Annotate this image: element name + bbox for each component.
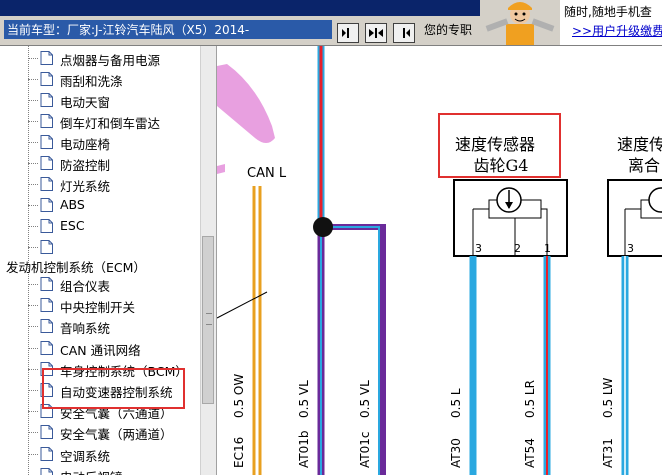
document-icon [40,319,53,334]
tree-group-ecm[interactable]: 发动机控制系统（ECM） [6,257,146,276]
sensor2-title-line2: 离合 [628,156,661,175]
scrollbar-thumb[interactable] [202,236,214,404]
wire-spec-label: 0.5 LW [601,377,615,418]
top-toolbar: 当前车型：厂家:J-江铃汽车陆风（X5）2014- 您的专职 随时,随地手机查 … [0,0,662,46]
wiring-svg [217,46,662,475]
sensor-title-highlight [438,113,561,178]
document-icon [40,198,53,212]
document-icon [40,156,53,170]
title-strip [0,0,480,16]
model-name: 厂家:J-江铃汽车陆风（X5）2014- [67,23,250,37]
branch-purple [321,224,386,475]
tree-item-label: 倒车灯和倒车雷达 [60,116,161,131]
document-icon [40,93,53,107]
nav-split-button[interactable] [365,23,387,43]
tree-item-label: 电动后视镜 [60,467,123,475]
tree-item-label: 空调系统 [60,448,111,464]
tree-item-label: ESC [60,218,85,233]
wire-code-label: AT01b [297,430,311,469]
wire-code-label: EC16 [232,436,246,468]
document-icon [40,114,53,128]
document-icon [40,340,53,355]
promo-text: 您的专职 [424,23,473,37]
upgrade-link[interactable]: >>用户升级缴费 [572,22,662,39]
document-icon [40,135,53,149]
wiring-diagram: CAN L 速度传感器 齿轮G4 速度传 离合 3 2 1 3 EC16 0.5 … [217,46,662,475]
document-icon [40,51,53,65]
selected-item-highlight [42,368,185,409]
sensor1-pin-1: 1 [544,242,551,255]
ad-text: 随时,随地手机查 [564,5,652,19]
sensor1-pin-3: 3 [475,242,482,255]
thumb-grip-icon [206,313,212,325]
tree-item-label: 安全气囊（两通道） [60,427,173,443]
mechanic-mascot-icon [485,2,555,45]
wire-spec-label: 0.5 LR [523,380,537,418]
tree-item-label: 灯光系统 [60,179,111,194]
document-icon [40,72,53,86]
current-model-label: 当前车型：厂家:J-江铃汽车陆风（X5）2014- [4,20,332,39]
pink-shape-small [217,164,225,174]
split-arrows-icon [369,28,383,38]
wire-spec-label: 0.5 L [449,388,463,418]
junction-dot [313,217,333,237]
document-icon [40,177,53,191]
wire-code-label: AT30 [449,438,463,468]
wire-code-label: AT01c [358,431,372,468]
can-l-label: CAN L [247,166,287,181]
tree-item-label: 点烟器与备用电源 [60,53,161,68]
arrow-right-icon [403,28,410,38]
document-icon [40,298,53,313]
sensor2-pin-3: 3 [627,242,634,255]
wire-spec-label: 0.5 VL [358,380,372,418]
tree-item-label: 雨刮和洗涤 [60,74,123,89]
arrow-left-icon [342,28,349,38]
tree-item-label: ABS [60,197,85,212]
document-icon [40,219,53,233]
tree-item-label: 防盗控制 [60,158,111,173]
sensor2-title: 速度传 离合 [617,134,662,176]
tree-item-label: 中央控制开关 [60,300,136,316]
wire-spec-label: 0.5 VL [297,380,311,418]
document-icon [40,446,53,461]
nav-left-button[interactable] [337,23,359,43]
ad-panel: 随时,随地手机查 >>用户升级缴费 [560,0,662,45]
wire-code-label: AT54 [523,438,537,468]
document-icon [40,240,53,254]
tree-item-label: 电动天窗 [60,95,111,110]
model-prefix: 当前车型： [7,23,68,37]
tree-item-label: 音响系统 [60,321,111,337]
pink-shape [217,64,275,143]
document-icon [40,467,53,475]
wire-spec-label: 0.5 OW [232,373,246,418]
document-icon [40,277,53,291]
tree-item-label: 组合仪表 [60,279,111,294]
nav-right-button[interactable] [393,23,415,43]
tree-item-label: 电动座椅 [60,137,111,152]
sensor1-pin-2: 2 [514,242,521,255]
tree-item-label: CAN 通讯网络 [60,342,141,358]
wire-code-label: AT31 [601,438,615,468]
document-icon [40,425,53,440]
system-tree-sidebar: 点烟器与备用电源 雨刮和洗涤电动天窗倒车灯和倒车雷达 电动座椅防盗控制灯光系统 ABS… [0,46,217,475]
sensor2-title-line1: 速度传 [617,135,662,154]
